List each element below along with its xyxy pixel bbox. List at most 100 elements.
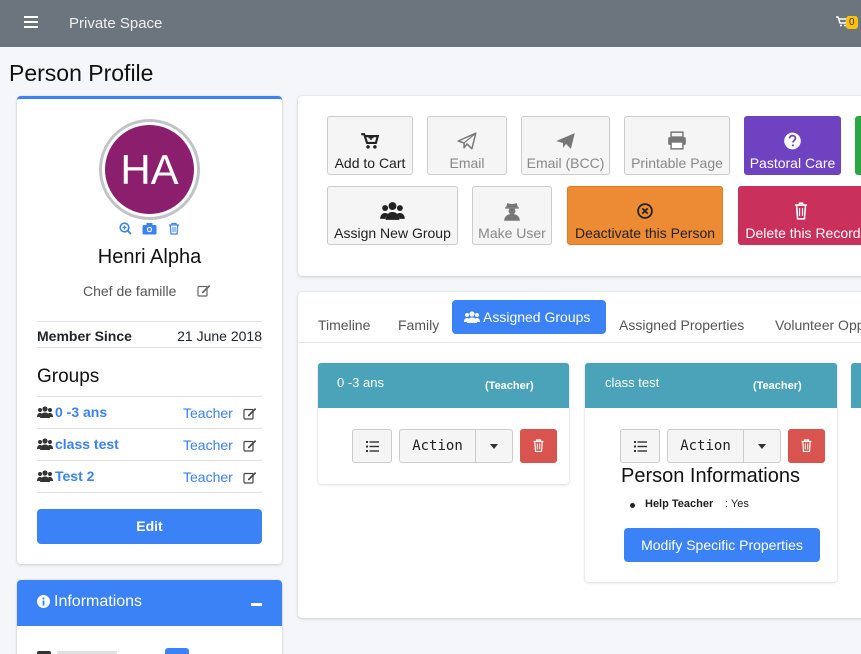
make-user-label: Make User — [478, 225, 546, 241]
group-role-link[interactable]: Teacher — [183, 405, 233, 421]
group-row: 0 -3 ans Teacher — [37, 396, 262, 428]
email-bcc-label: Email (BCC) — [526, 155, 605, 171]
users-icon — [37, 406, 53, 418]
pastoral-care-button[interactable]: Pastoral Care — [744, 116, 841, 175]
avatar-actions — [117, 222, 187, 238]
edit-group-role-icon[interactable] — [243, 407, 257, 420]
hamburger-menu-icon[interactable] — [24, 16, 38, 30]
delete-record-label: Delete this Record — [745, 225, 861, 241]
zoom-in-icon[interactable] — [119, 222, 132, 235]
user-secret-icon — [504, 203, 520, 221]
group-row: Test 2 Teacher — [37, 460, 262, 492]
trash-icon — [795, 202, 807, 220]
person-name: Henri Alpha — [97, 246, 202, 268]
paper-plane-icon — [556, 133, 575, 149]
member-since-row: Member Since 21 June 2018 — [37, 321, 262, 348]
action-dropdown[interactable]: Action — [399, 429, 513, 463]
deactivate-person-button[interactable]: Deactivate this Person — [567, 186, 723, 245]
assign-new-group-button[interactable]: Assign New Group — [327, 186, 458, 245]
cart-plus-icon — [361, 133, 380, 149]
list-view-button[interactable] — [352, 429, 392, 463]
avatar: HA — [99, 119, 200, 220]
group-role-link[interactable]: Teacher — [183, 469, 233, 485]
person-info-value: : Yes — [725, 498, 749, 510]
group-card-role: (Teacher) — [485, 380, 534, 392]
group-card-title: 0 -3 ans — [337, 375, 384, 390]
make-user-button[interactable]: Make User — [472, 186, 552, 245]
deactivate-person-label: Deactivate this Person — [574, 225, 716, 241]
avatar-initials: HA — [105, 125, 194, 214]
caret-down-icon[interactable] — [476, 430, 512, 462]
users-icon — [37, 438, 53, 450]
group-card-peek — [851, 363, 861, 408]
groups-heading: Groups — [37, 366, 100, 387]
group-card-title: class test — [605, 375, 660, 390]
tabs-divider — [298, 342, 861, 343]
tab-volunteer-opportunities[interactable]: Volunteer Opp — [775, 317, 861, 333]
camera-icon[interactable] — [142, 222, 157, 235]
edit-button[interactable]: Edit — [37, 509, 262, 544]
edit-group-role-icon[interactable] — [243, 471, 257, 484]
info-action-button[interactable] — [165, 648, 189, 654]
printer-icon — [668, 131, 686, 150]
pastoral-care-label: Pastoral Care — [749, 155, 836, 171]
group-card-header: class test (Teacher) — [585, 363, 837, 408]
remove-group-button[interactable] — [788, 429, 825, 463]
action-dropdown-label: Action — [400, 430, 476, 462]
group-role-link[interactable]: Teacher — [183, 437, 233, 453]
remove-group-button[interactable] — [520, 429, 557, 463]
tab-timeline[interactable]: Timeline — [318, 317, 370, 333]
collapse-minus-icon[interactable] — [251, 603, 262, 606]
email-label: Email — [449, 155, 485, 171]
informations-header[interactable]: Informations — [17, 580, 282, 626]
times-circle-icon — [637, 203, 653, 219]
next-action-button[interactable] — [855, 116, 861, 175]
bullet — [630, 503, 635, 508]
question-circle-icon — [784, 132, 801, 150]
email-button[interactable]: Email — [427, 116, 507, 175]
caret-down-icon[interactable] — [744, 430, 780, 462]
informations-title: Informations — [54, 593, 143, 610]
member-since-value: 21 June 2018 — [177, 328, 262, 344]
paper-plane-icon — [457, 132, 477, 150]
member-since-label: Member Since — [37, 328, 132, 344]
list-view-button[interactable] — [620, 429, 660, 463]
person-role: Chef de famille — [83, 283, 177, 299]
edit-group-role-icon[interactable] — [243, 439, 257, 452]
tab-family[interactable]: Family — [398, 317, 439, 333]
person-informations-title: Person Informations — [621, 465, 800, 487]
assign-new-group-label: Assign New Group — [334, 225, 451, 241]
group-name-link[interactable]: class test — [55, 436, 119, 452]
add-to-cart-button[interactable]: Add to Cart — [327, 116, 413, 175]
group-name-link[interactable]: Test 2 — [55, 468, 94, 484]
edit-role-icon[interactable] — [197, 284, 211, 302]
tab-assigned-properties[interactable]: Assigned Properties — [619, 317, 744, 333]
list-icon — [634, 441, 647, 452]
group-name-link[interactable]: 0 -3 ans — [55, 404, 107, 420]
person-info-label: Help Teacher — [645, 498, 714, 510]
modify-specific-properties-button[interactable]: Modify Specific Properties — [624, 528, 820, 562]
cart-count-badge: 0 — [846, 16, 858, 29]
group-row: class test Teacher — [37, 428, 262, 460]
page-title: Person Profile — [9, 60, 154, 86]
group-card-header: 0 -3 ans (Teacher) — [318, 363, 569, 408]
email-bcc-button[interactable]: Email (BCC) — [521, 116, 610, 175]
trash-icon — [801, 439, 812, 452]
trash-icon[interactable] — [168, 222, 180, 235]
tab-assigned-groups[interactable]: Assigned Groups — [452, 300, 606, 334]
delete-record-button[interactable]: Delete this Record — [738, 186, 861, 245]
trash-icon — [533, 439, 544, 452]
printable-page-button[interactable]: Printable Page — [624, 116, 730, 175]
informations-card: Informations — [17, 580, 282, 654]
action-dropdown[interactable]: Action — [667, 429, 781, 463]
users-icon — [380, 202, 405, 220]
brand-title[interactable]: Private Space — [69, 15, 162, 32]
users-icon — [464, 311, 480, 323]
printable-page-label: Printable Page — [631, 155, 723, 171]
info-icon — [37, 595, 50, 608]
tab-assigned-groups-label: Assigned Groups — [483, 309, 591, 325]
add-to-cart-label: Add to Cart — [334, 155, 406, 171]
group-card: 0 -3 ans (Teacher) — [318, 363, 569, 484]
group-card-role: (Teacher) — [753, 380, 802, 392]
list-icon — [366, 441, 379, 452]
